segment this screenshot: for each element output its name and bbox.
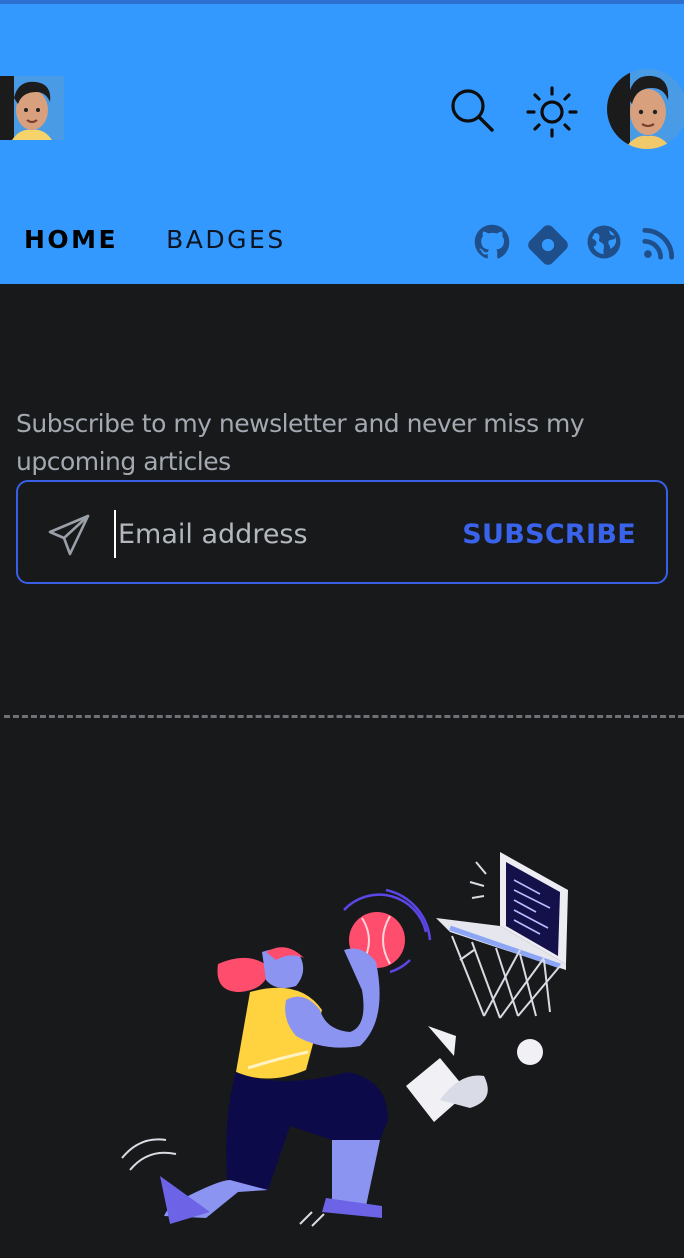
section-divider bbox=[4, 715, 684, 718]
sun-icon bbox=[526, 86, 578, 138]
rss-icon bbox=[642, 227, 675, 260]
laptop-hoop-icon bbox=[436, 852, 568, 1019]
github-icon bbox=[474, 224, 510, 259]
rss-link[interactable] bbox=[640, 224, 678, 264]
website-icon bbox=[587, 225, 621, 259]
player-figure bbox=[121, 947, 388, 1227]
search-button[interactable] bbox=[446, 84, 498, 136]
main-nav: HOME BADGES bbox=[24, 220, 334, 260]
logo-avatar-icon bbox=[0, 76, 64, 140]
send-icon bbox=[48, 514, 90, 556]
user-avatar-button[interactable] bbox=[606, 68, 684, 150]
hashnode-icon bbox=[528, 225, 568, 265]
basketball-player-illustration bbox=[121, 852, 568, 1227]
site-header: HOME BADGES bbox=[0, 4, 684, 284]
newsletter-description: Subscribe to my newsletter and never mis… bbox=[16, 409, 585, 476]
circle-shape bbox=[517, 1039, 543, 1065]
email-input[interactable] bbox=[114, 510, 448, 558]
theme-toggle-button[interactable] bbox=[524, 84, 580, 140]
blog-logo[interactable] bbox=[0, 76, 64, 140]
subscribe-button[interactable]: SUBSCRIBE bbox=[462, 510, 636, 558]
nav-item-home[interactable]: HOME bbox=[24, 220, 118, 260]
newsletter-form: SUBSCRIBE bbox=[16, 480, 668, 584]
search-icon bbox=[451, 89, 494, 132]
triangle-shape bbox=[428, 1026, 456, 1056]
hashnode-link[interactable] bbox=[527, 224, 569, 265]
github-link[interactable] bbox=[474, 224, 510, 264]
nav-item-badges[interactable]: BADGES bbox=[166, 220, 286, 260]
avatar bbox=[607, 69, 684, 149]
website-link[interactable] bbox=[586, 224, 622, 264]
